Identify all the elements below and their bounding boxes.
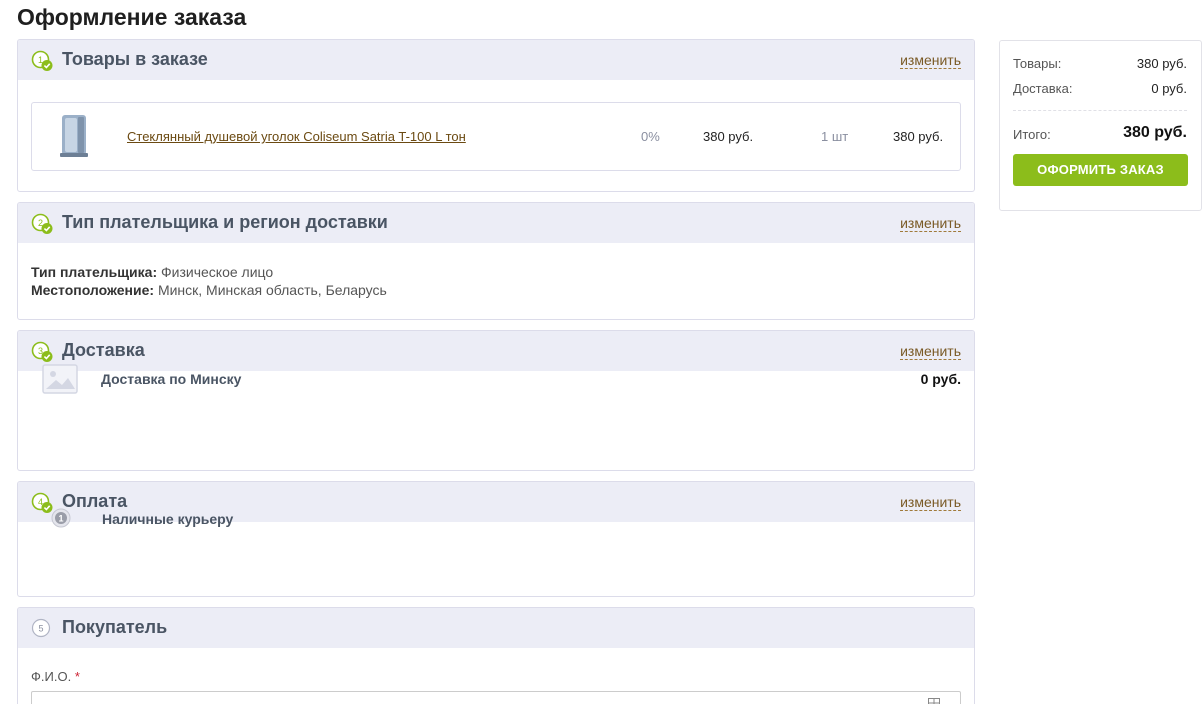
location-line: Местоположение: Минск, Минская область, … (31, 282, 387, 298)
product-row: Стеклянный душевой уголок Coliseum Satri… (31, 102, 961, 171)
edit-items-link[interactable]: изменить (900, 52, 961, 69)
summary-delivery-label: Доставка: (1013, 81, 1073, 96)
section-title: Товары в заказе (62, 49, 208, 69)
payer-type-line: Тип плательщика: Физическое лицо (31, 264, 273, 280)
product-image (50, 112, 110, 160)
product-quantity: 1 шт (821, 129, 849, 144)
fio-label: Ф.И.О. * (31, 669, 80, 684)
required-mark: * (74, 669, 80, 684)
section-title: Доставка (62, 340, 145, 360)
summary-divider (1013, 110, 1187, 111)
edit-delivery-link[interactable]: изменить (900, 343, 961, 360)
payment-method-name[interactable]: Наличные курьеру (102, 511, 233, 527)
step-done-icon: 2 (31, 213, 53, 234)
image-placeholder-icon (42, 364, 78, 394)
step-number-icon: 5 (31, 618, 51, 638)
order-summary: Товары: 380 руб. Доставка: 0 руб. Итого:… (999, 40, 1202, 211)
step-done-icon: 4 (31, 492, 53, 513)
product-price: 380 руб. (703, 129, 754, 144)
section-title: Оплата (62, 491, 128, 511)
section-header: 3 Доставка изменить (18, 331, 974, 371)
location-value: Минск, Минская область, Беларусь (157, 282, 387, 298)
payment-method-icon: 1 (51, 508, 71, 528)
svg-text:1: 1 (58, 514, 63, 524)
edit-region-link[interactable]: изменить (900, 215, 961, 232)
step-done-icon: 1 (31, 50, 53, 71)
edit-payment-link[interactable]: изменить (900, 494, 961, 511)
delivery-option-price: 0 руб. (920, 371, 961, 387)
summary-total-value: 380 руб. (1123, 124, 1187, 141)
fio-input[interactable] (31, 691, 961, 704)
section-payment: 4 Оплата изменить 1 Наличные курьеру (17, 481, 975, 597)
section-payer-region: 2 Тип плательщика и регион доставки изме… (17, 202, 975, 320)
summary-goods-value: 380 руб. (1136, 56, 1187, 71)
summary-goods-label: Товары: (1013, 56, 1062, 71)
step-done-icon: 3 (31, 341, 53, 362)
section-title: Покупатель (62, 617, 168, 637)
section-title: Тип плательщика и регион доставки (62, 212, 388, 232)
section-delivery: 3 Доставка изменить Доставка по Минску 0… (17, 330, 975, 471)
contact-card-icon[interactable] (928, 698, 940, 704)
section-header: 2 Тип плательщика и регион доставки изме… (18, 203, 974, 243)
place-order-button[interactable]: ОФОРМИТЬ ЗАКАЗ (1013, 154, 1188, 186)
summary-delivery-value: 0 руб. (1151, 81, 1187, 96)
section-buyer: 5 Покупатель Ф.И.О. * (17, 607, 975, 704)
product-discount: 0% (641, 129, 660, 144)
page-title: Оформление заказа (17, 4, 247, 30)
delivery-option-name[interactable]: Доставка по Минску (101, 371, 241, 387)
payer-type-value: Физическое лицо (161, 264, 274, 280)
product-sum: 380 руб. (893, 129, 944, 144)
payer-type-label: Тип плательщика: (31, 264, 158, 280)
section-order-items: 1 Товары в заказе изменить Стеклянный ду… (17, 39, 975, 192)
product-name-link[interactable]: Стеклянный душевой уголок Coliseum Satri… (127, 129, 466, 144)
section-header: 5 Покупатель (18, 608, 974, 648)
summary-total-label: Итого: (1013, 127, 1051, 142)
svg-text:5: 5 (38, 624, 43, 634)
section-header: 1 Товары в заказе изменить (18, 40, 974, 80)
location-label: Местоположение: (31, 282, 155, 298)
